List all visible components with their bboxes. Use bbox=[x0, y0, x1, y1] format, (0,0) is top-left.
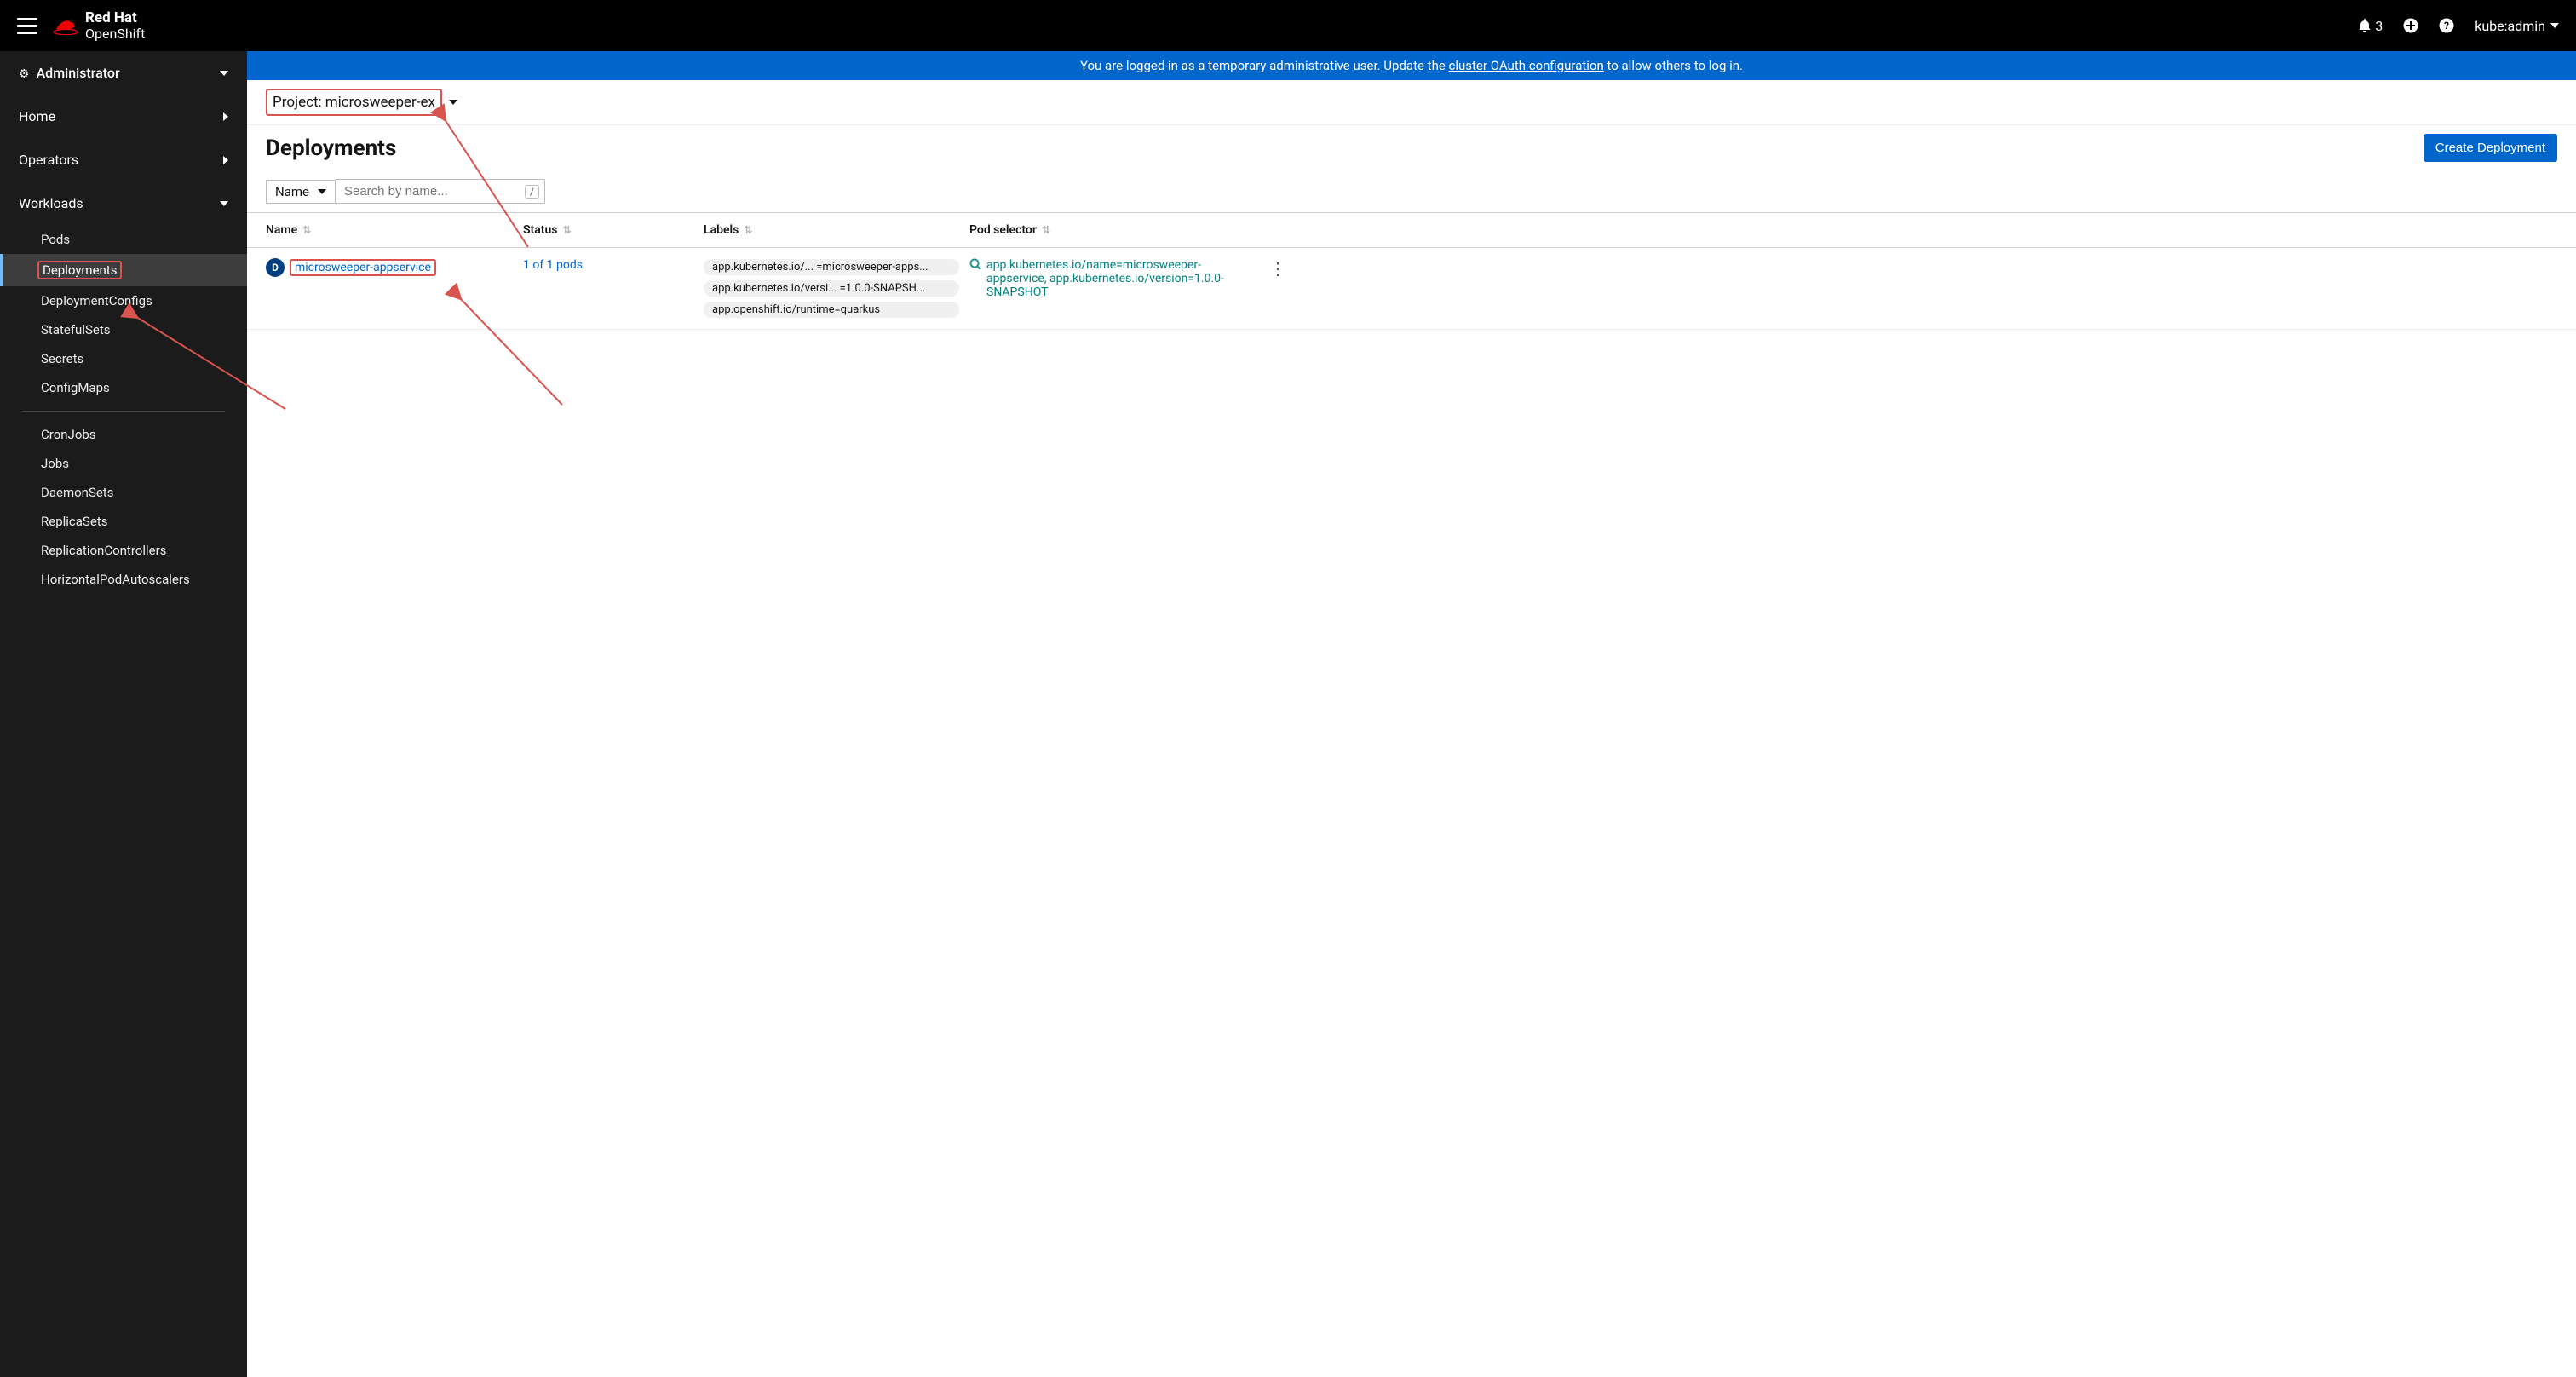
sidebar-item-pods[interactable]: Pods bbox=[0, 225, 247, 254]
svg-text:?: ? bbox=[2444, 20, 2449, 32]
sidebar-home-label: Home bbox=[19, 108, 55, 124]
topbar-left: Red Hat OpenShift bbox=[17, 10, 145, 41]
sidebar-item-cronjobs[interactable]: CronJobs bbox=[0, 420, 247, 449]
chevron-down-icon bbox=[220, 71, 228, 76]
help-button[interactable]: ? bbox=[2439, 18, 2454, 33]
brand-line2: OpenShift bbox=[85, 26, 145, 42]
cell-name: D microsweeper-appservice bbox=[266, 258, 513, 277]
sidebar-item-secrets[interactable]: Secrets bbox=[0, 344, 247, 373]
label-pill[interactable]: app.kubernetes.io/... =microsweeper-apps… bbox=[704, 259, 959, 275]
banner-link[interactable]: cluster OAuth configuration bbox=[1449, 58, 1604, 73]
pod-selector-link[interactable]: app.kubernetes.io/name=microsweeper-apps… bbox=[986, 258, 1233, 299]
search-wrap: / bbox=[336, 179, 545, 204]
cell-labels: app.kubernetes.io/... =microsweeper-apps… bbox=[704, 258, 959, 319]
brand-line1: Red Hat bbox=[85, 9, 137, 26]
create-deployment-button[interactable]: Create Deployment bbox=[2424, 134, 2557, 162]
status-link[interactable]: 1 of 1 pods bbox=[523, 258, 583, 272]
sidebar-operators-label: Operators bbox=[19, 152, 78, 168]
row-actions-kebab[interactable]: ⋮ bbox=[1261, 258, 1295, 279]
col-labels[interactable]: Labels⇅ bbox=[704, 223, 959, 237]
notifications-button[interactable]: 3 bbox=[2358, 18, 2383, 34]
col-selector[interactable]: Pod selector⇅ bbox=[969, 223, 1251, 237]
table-row: D microsweeper-appservice 1 of 1 pods ap… bbox=[247, 248, 2576, 330]
sidebar-item-deployments[interactable]: Deployments bbox=[0, 254, 247, 286]
sidebar-item-statefulsets[interactable]: StatefulSets bbox=[0, 315, 247, 344]
search-input[interactable] bbox=[336, 180, 523, 203]
sidebar-item-daemonsets[interactable]: DaemonSets bbox=[0, 478, 247, 507]
chevron-right-icon bbox=[223, 156, 228, 164]
deployment-name-link[interactable]: microsweeper-appservice bbox=[295, 261, 431, 274]
sort-icon: ⇅ bbox=[562, 224, 571, 236]
perspective-label: Administrator bbox=[37, 65, 120, 81]
cell-status: 1 of 1 pods bbox=[523, 258, 693, 272]
table-header: Name⇅ Status⇅ Labels⇅ Pod selector⇅ bbox=[247, 213, 2576, 248]
sidebar-section-operators[interactable]: Operators bbox=[0, 138, 247, 181]
project-name: microsweeper-ex bbox=[325, 94, 435, 111]
page-header: Deployments Create Deployment bbox=[247, 125, 2576, 174]
chevron-down-icon bbox=[220, 201, 228, 206]
cell-pod-selector[interactable]: app.kubernetes.io/name=microsweeper-apps… bbox=[969, 258, 1251, 299]
search-shortcut-key: / bbox=[525, 185, 539, 199]
page-title: Deployments bbox=[266, 135, 396, 161]
label-pill[interactable]: app.openshift.io/runtime=quarkus bbox=[704, 302, 959, 318]
sidebar-divider bbox=[22, 411, 225, 412]
filter-type-label: Name bbox=[275, 184, 309, 199]
sort-icon: ⇅ bbox=[1042, 224, 1050, 236]
project-bar: Project: microsweeper-ex bbox=[247, 80, 2576, 125]
col-name[interactable]: Name⇅ bbox=[266, 223, 513, 237]
sidebar-section-workloads[interactable]: Workloads bbox=[0, 181, 247, 225]
topbar-right: 3 ? kube:admin bbox=[2358, 18, 2559, 34]
sidebar-item-configmaps[interactable]: ConfigMaps bbox=[0, 373, 247, 402]
content-area: You are logged in as a temporary adminis… bbox=[247, 51, 2576, 1377]
label-pill[interactable]: app.kubernetes.io/versi... =1.0.0-SNAPSH… bbox=[704, 280, 959, 297]
brand[interactable]: Red Hat OpenShift bbox=[53, 10, 145, 41]
project-selector[interactable]: Project: microsweeper-ex bbox=[266, 89, 457, 116]
sort-icon: ⇅ bbox=[744, 224, 752, 236]
bell-icon bbox=[2358, 19, 2372, 32]
auth-banner: You are logged in as a temporary adminis… bbox=[247, 51, 2576, 80]
chevron-right-icon bbox=[223, 112, 228, 121]
chevron-down-icon bbox=[449, 100, 457, 105]
sidebar-section-home[interactable]: Home bbox=[0, 95, 247, 138]
create-button[interactable] bbox=[2403, 18, 2418, 33]
sidebar-workloads-label: Workloads bbox=[19, 195, 83, 211]
banner-prefix: You are logged in as a temporary adminis… bbox=[1080, 58, 1449, 73]
sidebar-item-jobs[interactable]: Jobs bbox=[0, 449, 247, 478]
chevron-down-icon bbox=[2550, 23, 2559, 28]
sidebar-deployments-label: Deployments bbox=[37, 261, 122, 279]
chevron-down-icon bbox=[318, 189, 326, 194]
banner-suffix: to allow others to log in. bbox=[1604, 58, 1743, 73]
gear-icon bbox=[19, 65, 37, 81]
sidebar-item-replicasets[interactable]: ReplicaSets bbox=[0, 507, 247, 536]
filter-bar: Name / bbox=[247, 174, 2576, 213]
sidebar-item-replicationcontrollers[interactable]: ReplicationControllers bbox=[0, 536, 247, 565]
sidebar-item-hpa[interactable]: HorizontalPodAutoscalers bbox=[0, 565, 247, 594]
col-status[interactable]: Status⇅ bbox=[523, 223, 693, 237]
perspective-switcher[interactable]: Administrator bbox=[0, 51, 247, 95]
notification-count: 3 bbox=[2375, 18, 2383, 34]
hamburger-menu[interactable] bbox=[17, 18, 37, 34]
redhat-fedora-icon bbox=[53, 16, 78, 35]
filter-type-dropdown[interactable]: Name bbox=[266, 180, 336, 204]
sort-icon: ⇅ bbox=[302, 224, 311, 236]
user-name: kube:admin bbox=[2475, 18, 2545, 34]
sidebar-item-deploymentconfigs[interactable]: DeploymentConfigs bbox=[0, 286, 247, 315]
brand-text: Red Hat OpenShift bbox=[85, 10, 145, 41]
search-icon bbox=[969, 258, 981, 270]
sidebar: Administrator Home Operators Workloads P… bbox=[0, 51, 247, 1377]
plus-circle-icon bbox=[2403, 18, 2418, 33]
project-prefix: Project: bbox=[273, 94, 322, 111]
deployment-badge-icon: D bbox=[266, 258, 285, 277]
question-circle-icon: ? bbox=[2439, 18, 2454, 33]
topbar: Red Hat OpenShift 3 ? kube:admin bbox=[0, 0, 2576, 51]
user-menu[interactable]: kube:admin bbox=[2475, 18, 2559, 34]
